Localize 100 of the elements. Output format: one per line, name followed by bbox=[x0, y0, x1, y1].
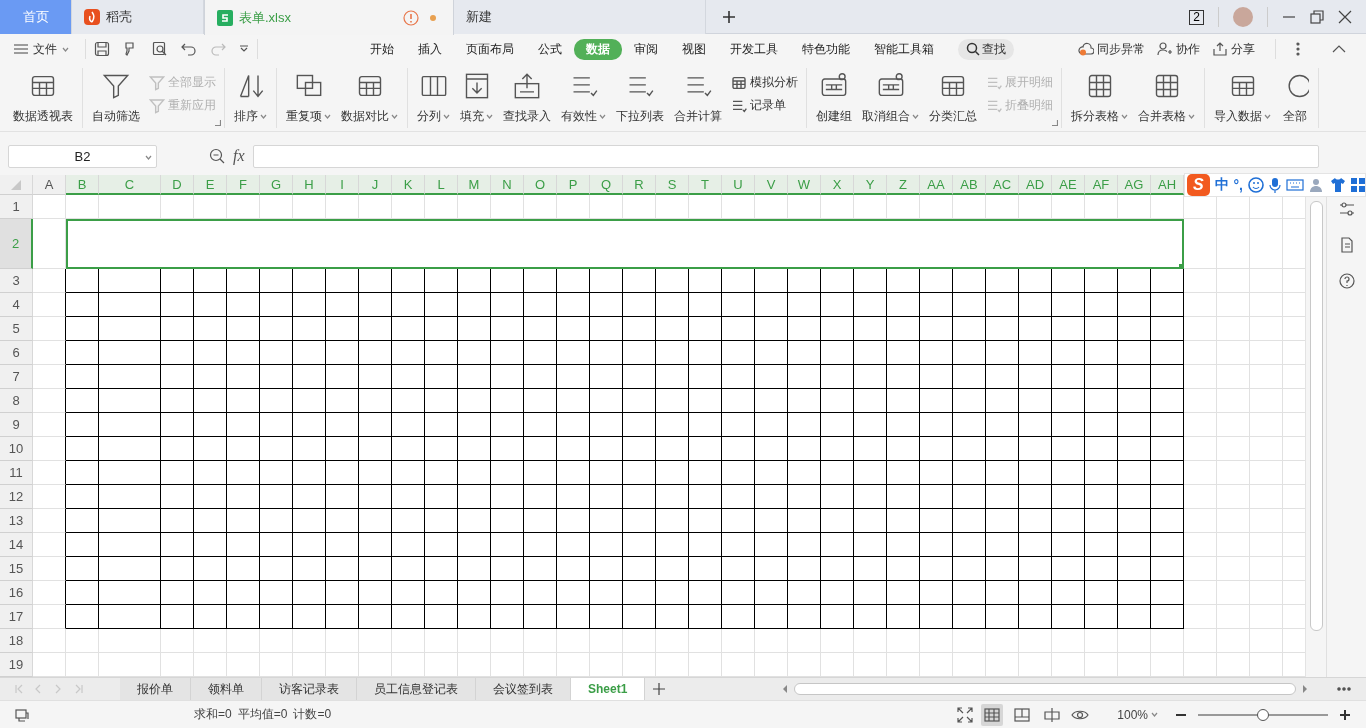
page-view-icon[interactable] bbox=[1014, 706, 1031, 723]
more-caret-icon[interactable] bbox=[239, 45, 249, 53]
launcher-icon[interactable] bbox=[215, 120, 221, 126]
ribbon-button[interactable]: 合并表格 bbox=[1133, 68, 1200, 128]
ribbon-tab[interactable]: 开始 bbox=[358, 38, 406, 60]
vertical-scrollbar[interactable] bbox=[1310, 201, 1323, 631]
row-header[interactable]: 4 bbox=[0, 293, 33, 317]
row-header[interactable]: 14 bbox=[0, 533, 33, 557]
ribbon-tab[interactable]: 插入 bbox=[406, 38, 454, 60]
smiley-icon[interactable] bbox=[1248, 177, 1264, 193]
shirt-icon[interactable] bbox=[1330, 177, 1346, 193]
preview-icon[interactable] bbox=[152, 41, 168, 57]
ribbon-button[interactable]: 导入数据 bbox=[1209, 68, 1276, 128]
sheet-tab[interactable]: 员工信息登记表 bbox=[357, 678, 476, 700]
search-button[interactable]: 查找 bbox=[958, 38, 1014, 60]
document-tab[interactable]: 稻壳 bbox=[72, 0, 204, 34]
row-header[interactable]: 15 bbox=[0, 557, 33, 581]
undo-icon[interactable] bbox=[181, 41, 197, 57]
sheet-tab[interactable]: Sheet1 bbox=[571, 678, 646, 700]
split-view-icon[interactable] bbox=[1044, 706, 1061, 723]
zoom-level[interactable]: 100% bbox=[1117, 707, 1158, 722]
ribbon-tab[interactable]: 开发工具 bbox=[718, 38, 790, 60]
ribbon-button[interactable]: 合并计算 bbox=[669, 68, 727, 128]
ribbon-tab[interactable]: 视图 bbox=[670, 38, 718, 60]
macro-icon[interactable] bbox=[14, 706, 30, 723]
fullscreen-icon[interactable] bbox=[957, 706, 974, 723]
ribbon-tab[interactable]: 审阅 bbox=[622, 38, 670, 60]
ribbon-button[interactable]: 下拉列表 bbox=[611, 68, 669, 128]
ribbon-button[interactable]: 查找录入 bbox=[498, 68, 556, 128]
ribbon-button[interactable]: 填充 bbox=[455, 68, 498, 128]
ribbon-button[interactable]: 分类汇总 bbox=[924, 68, 982, 128]
ribbon-tab[interactable]: 特色功能 bbox=[790, 38, 862, 60]
row-header[interactable]: 16 bbox=[0, 581, 33, 605]
row-header[interactable]: 10 bbox=[0, 437, 33, 461]
toolbar-action[interactable]: 同步异常 bbox=[1078, 40, 1145, 58]
microphone-icon[interactable] bbox=[1269, 177, 1281, 193]
zoom-plus-icon[interactable] bbox=[1340, 709, 1350, 720]
help-icon[interactable] bbox=[1338, 273, 1355, 289]
name-box[interactable]: B2 bbox=[8, 144, 157, 168]
window-count[interactable]: 2 bbox=[1189, 9, 1204, 25]
ime-punctuation[interactable]: °, bbox=[1233, 177, 1243, 193]
row-header[interactable]: 1 bbox=[0, 195, 33, 219]
ribbon-button[interactable]: 数据对比 bbox=[336, 68, 403, 128]
slider-thumb[interactable] bbox=[1257, 708, 1269, 721]
ime-logo[interactable]: S bbox=[1187, 174, 1210, 196]
restore-icon[interactable] bbox=[1310, 10, 1324, 24]
row-header[interactable]: 12 bbox=[0, 485, 33, 509]
plus-icon[interactable] bbox=[722, 10, 736, 24]
ribbon-tab[interactable]: 智能工具箱 bbox=[862, 38, 946, 60]
more-icon[interactable] bbox=[1296, 42, 1300, 56]
ribbon-button[interactable]: 拆分表格 bbox=[1066, 68, 1133, 128]
grid-icon[interactable] bbox=[1351, 178, 1365, 192]
ribbon-button[interactable]: 记录单 bbox=[731, 97, 798, 114]
ribbon-tab[interactable]: 公式 bbox=[526, 38, 574, 60]
left-arrow-icon[interactable] bbox=[782, 685, 788, 693]
row-header[interactable]: 5 bbox=[0, 317, 33, 341]
close-icon[interactable] bbox=[1338, 10, 1352, 24]
sheet-tab[interactable]: 报价单 bbox=[120, 678, 191, 700]
row-header[interactable]: 17 bbox=[0, 605, 33, 629]
row-header[interactable]: 11 bbox=[0, 461, 33, 485]
ime-mode[interactable]: 中 bbox=[1214, 176, 1229, 194]
launcher-icon[interactable] bbox=[1052, 120, 1058, 126]
more-icon[interactable] bbox=[1337, 687, 1351, 691]
save-icon[interactable] bbox=[94, 41, 110, 57]
formula-input[interactable] bbox=[252, 144, 1319, 168]
row-header[interactable]: 6 bbox=[0, 341, 33, 365]
horizontal-scrollbar[interactable] bbox=[794, 683, 1296, 695]
document-icon[interactable] bbox=[1338, 237, 1355, 253]
ribbon-button[interactable]: 重复项 bbox=[281, 68, 336, 128]
file-menu[interactable]: 文件 bbox=[14, 40, 77, 58]
ribbon-button[interactable]: 创建组 bbox=[811, 68, 857, 128]
fill-handle[interactable] bbox=[1179, 264, 1184, 269]
right-arrow-icon[interactable] bbox=[1302, 685, 1308, 693]
row-header[interactable]: 9 bbox=[0, 413, 33, 437]
sliders-icon[interactable] bbox=[1338, 201, 1355, 217]
grid-view-icon[interactable] bbox=[984, 706, 1001, 723]
ribbon-button[interactable]: 数据透视表 bbox=[8, 68, 78, 128]
ribbon-button[interactable]: 模拟分析 bbox=[731, 74, 798, 91]
row-header[interactable]: 19 bbox=[0, 653, 33, 677]
sheet-tab[interactable]: 会议签到表 bbox=[476, 678, 571, 700]
document-tab[interactable]: 新建 bbox=[454, 0, 706, 34]
toolbar-action[interactable]: 分享 bbox=[1212, 40, 1255, 58]
plus-icon[interactable] bbox=[653, 683, 666, 695]
row-header[interactable]: 18 bbox=[0, 629, 33, 653]
ribbon-button[interactable]: 取消组合 bbox=[857, 68, 924, 128]
row-header[interactable]: 7 bbox=[0, 365, 33, 389]
zoom-out-icon[interactable] bbox=[209, 148, 225, 164]
ribbon-button[interactable]: 有效性 bbox=[556, 68, 611, 128]
ribbon-button[interactable]: 自动筛选 bbox=[87, 68, 145, 128]
row-header[interactable]: 8 bbox=[0, 389, 33, 413]
sheet-tab[interactable]: 领料单 bbox=[191, 678, 262, 700]
function-button[interactable]: fx bbox=[233, 147, 245, 165]
ribbon-button[interactable]: 排序 bbox=[229, 68, 272, 128]
chevron-up-icon[interactable] bbox=[1332, 45, 1346, 53]
row-header[interactable]: 3 bbox=[0, 269, 33, 293]
column-header[interactable]: A bbox=[33, 175, 66, 195]
toolbar-action[interactable]: 协作 bbox=[1157, 40, 1200, 58]
row-header[interactable]: 13 bbox=[0, 509, 33, 533]
sheet-tab[interactable]: 访客记录表 bbox=[262, 678, 357, 700]
ribbon-tab[interactable]: 页面布局 bbox=[454, 38, 526, 60]
